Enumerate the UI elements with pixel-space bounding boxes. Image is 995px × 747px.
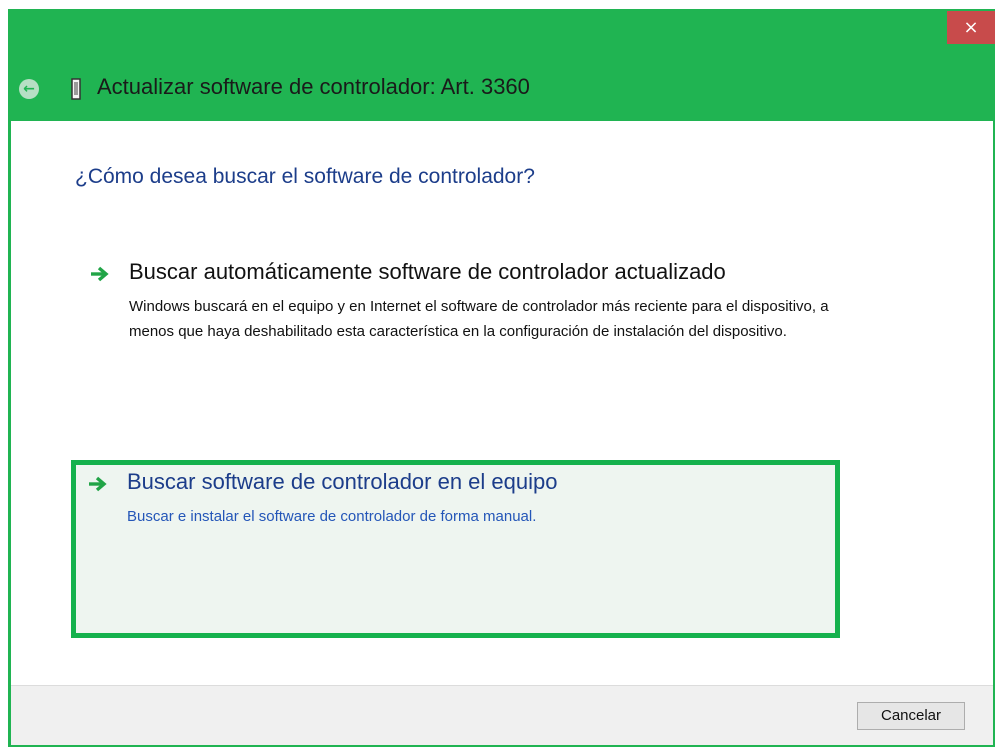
green-arrow-icon xyxy=(89,476,107,492)
back-arrow-icon: ← xyxy=(23,81,35,97)
option-description: Buscar e instalar el software de control… xyxy=(127,508,537,525)
dialog-content: ¿Cómo desea buscar el software de contro… xyxy=(11,121,993,685)
close-icon: × xyxy=(963,17,979,38)
option-description: Windows buscará en el equipo y en Intern… xyxy=(129,298,829,340)
dialog-footer: Cancelar xyxy=(11,685,993,745)
option-browse-computer[interactable]: Buscar software de controlador en el equ… xyxy=(71,460,840,638)
close-button[interactable]: × xyxy=(947,11,995,44)
device-icon xyxy=(71,78,81,100)
driver-update-dialog: × ← Actualizar software de controlador: … xyxy=(8,9,995,747)
back-button[interactable]: ← xyxy=(19,79,39,99)
title-bar: × ← Actualizar software de controlador: … xyxy=(8,9,995,121)
green-arrow-icon xyxy=(91,266,109,282)
option-heading: Buscar automáticamente software de contr… xyxy=(129,259,726,284)
page-question: ¿Cómo desea buscar el software de contro… xyxy=(75,165,535,188)
cancel-button[interactable]: Cancelar xyxy=(857,702,965,730)
window-title: Actualizar software de controlador: Art.… xyxy=(97,74,530,99)
option-heading: Buscar software de controlador en el equ… xyxy=(127,469,558,494)
option-search-automatically[interactable]: Buscar automáticamente software de contr… xyxy=(90,259,830,369)
